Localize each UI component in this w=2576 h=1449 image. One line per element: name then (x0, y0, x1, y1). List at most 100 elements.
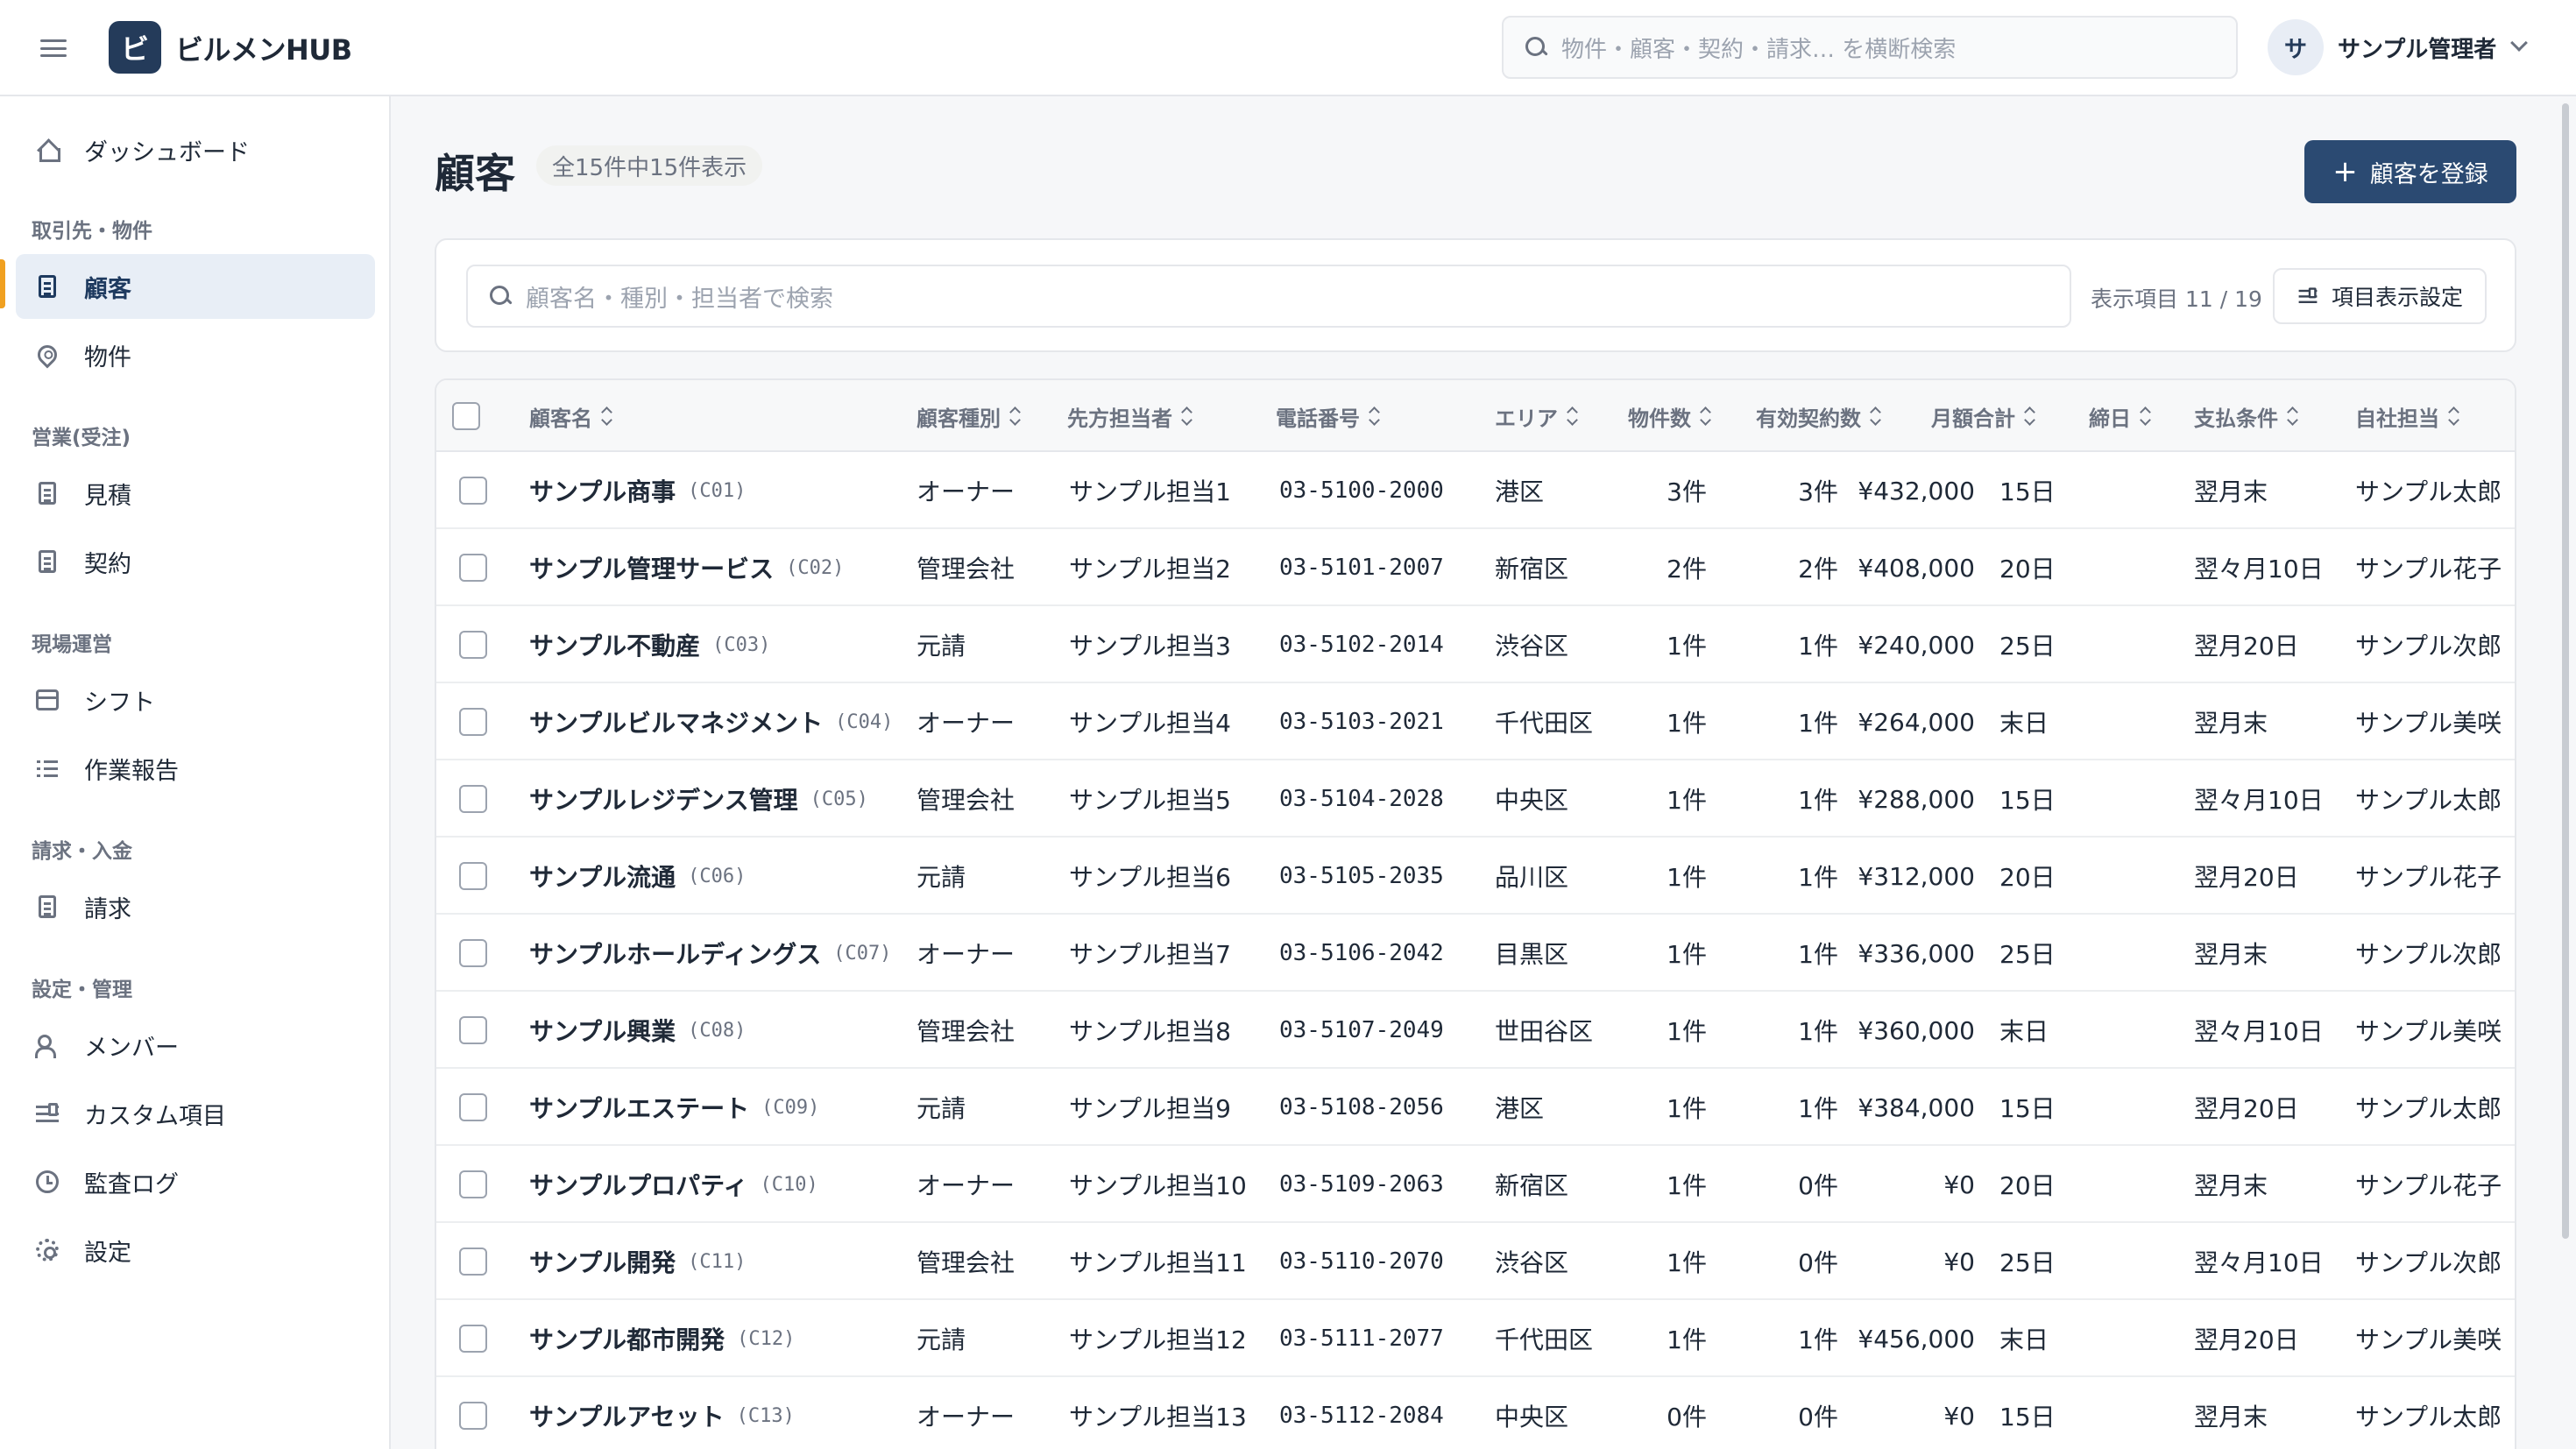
sidebar-item-members[interactable]: メンバー (16, 1013, 375, 1078)
sort-icon[interactable] (1009, 407, 1020, 425)
scrollbar[interactable] (2562, 103, 2569, 1239)
customer-name[interactable]: サンプル不動産 (529, 627, 700, 662)
column-header[interactable]: エリア (1495, 380, 1577, 452)
sidebar-item-properties[interactable]: 物件 (16, 322, 375, 387)
column-header[interactable]: 締日 (2089, 380, 2150, 452)
chevron-down-icon[interactable] (2510, 34, 2528, 52)
sort-icon[interactable] (2024, 407, 2035, 425)
customer-name[interactable]: サンプル興業 (529, 1013, 676, 1048)
row-checkbox[interactable] (459, 683, 487, 760)
table-row[interactable]: サンプルエステート (C09) 元請 サンプル担当9 03-5108-2056 港区 1件 1… (436, 1069, 2515, 1146)
table-row[interactable]: サンプルレジデンス管理 (C05) 管理会社 サンプル担当5 03-5104-2028 中… (436, 760, 2515, 838)
add-customer-button[interactable]: + 顧客を登録 (2304, 140, 2516, 203)
sidebar-item-billing[interactable]: 請求 (16, 874, 375, 939)
table-row[interactable]: サンプル開発 (C11) 管理会社 サンプル担当11 03-5110-2070 渋谷区 1件… (436, 1223, 2515, 1300)
sidebar-item-work-reports[interactable]: 作業報告 (16, 736, 375, 801)
sidebar-item-estimates[interactable]: 見積 (16, 461, 375, 526)
sort-icon[interactable] (1181, 407, 1192, 425)
customer-name-cell[interactable]: サンプルアセット (C13) (529, 1377, 795, 1449)
sort-icon[interactable] (2448, 407, 2459, 425)
column-header[interactable]: 有効契約数 (1756, 380, 1880, 452)
sidebar-item-contracts[interactable]: 契約 (16, 529, 375, 594)
avatar[interactable]: サ (2268, 19, 2324, 75)
row-checkbox[interactable] (459, 1223, 487, 1300)
sidebar-item-customers[interactable]: 顧客 (16, 254, 375, 319)
customer-name-cell[interactable]: サンプル興業 (C08) (529, 992, 746, 1069)
customer-name-cell[interactable]: サンプル管理サービス (C02) (529, 529, 844, 606)
table-row[interactable]: サンプル興業 (C08) 管理会社 サンプル担当8 03-5107-2049 世田谷区 1件… (436, 992, 2515, 1069)
sort-icon[interactable] (1567, 407, 1577, 425)
row-checkbox[interactable] (459, 529, 487, 606)
row-checkbox[interactable] (459, 838, 487, 915)
table-row[interactable]: サンプルプロパティ (C10) オーナー サンプル担当10 03-5109-2063 新宿… (436, 1146, 2515, 1223)
table-row[interactable]: サンプルビルマネジメント (C04) オーナー サンプル担当4 03-5103-2021… (436, 683, 2515, 760)
column-header[interactable]: 月額合計 (1931, 380, 2035, 452)
row-checkbox[interactable] (459, 606, 487, 683)
column-header[interactable]: 自社担当 (2355, 380, 2459, 452)
customer-name-cell[interactable]: サンプルレジデンス管理 (C05) (529, 760, 868, 838)
row-checkbox[interactable] (459, 915, 487, 992)
select-all-checkbox[interactable] (452, 380, 480, 452)
column-header[interactable]: 支払条件 (2194, 380, 2297, 452)
app-name[interactable]: ビルメンHUB (175, 28, 352, 68)
column-header[interactable]: 顧客種別 (916, 380, 1020, 452)
search-input[interactable]: 顧客名・種別・担当者で検索 (466, 265, 2071, 328)
row-checkbox[interactable] (459, 1377, 487, 1449)
sidebar-item-custom-fields[interactable]: カスタム項目 (16, 1081, 375, 1146)
customer-name-cell[interactable]: サンプルプロパティ (C10) (529, 1146, 818, 1223)
customer-name[interactable]: サンプル管理サービス (529, 550, 774, 585)
global-search-input[interactable]: 物件・顧客・契約・請求… を横断検索 (1502, 16, 2238, 79)
column-header[interactable]: 物件数 (1628, 380, 1710, 452)
row-checkbox[interactable] (459, 1069, 487, 1146)
table-row[interactable]: サンプル管理サービス (C02) 管理会社 サンプル担当2 03-5101-2007 新宿… (436, 529, 2515, 606)
sort-icon[interactable] (1369, 407, 1379, 425)
customer-name-cell[interactable]: サンプル流通 (C06) (529, 838, 746, 915)
table-row[interactable]: サンプル商事 (C01) オーナー サンプル担当1 03-5100-2000 港区 3件 3件… (436, 452, 2515, 529)
sort-icon[interactable] (1870, 407, 1880, 425)
customer-code: (C13) (736, 1404, 795, 1427)
customer-name-cell[interactable]: サンプルエステート (C09) (529, 1069, 819, 1146)
sidebar-item-dashboard[interactable]: ダッシュボード (16, 117, 375, 182)
row-checkbox[interactable] (459, 1300, 487, 1377)
table-row[interactable]: サンプルアセット (C13) オーナー サンプル担当13 03-5112-2084 中央区… (436, 1377, 2515, 1449)
customer-name[interactable]: サンプルホールディングス (529, 936, 821, 971)
table-row[interactable]: サンプル流通 (C06) 元請 サンプル担当6 03-5105-2035 品川区 1件 1件 ¥… (436, 838, 2515, 915)
column-settings-button[interactable]: 項目表示設定 (2273, 268, 2487, 324)
customer-name[interactable]: サンプル流通 (529, 859, 676, 894)
sort-icon[interactable] (1700, 407, 1710, 425)
table-row[interactable]: サンプル都市開発 (C12) 元請 サンプル担当12 03-5111-2077 千代田区 1… (436, 1300, 2515, 1377)
customer-name[interactable]: サンプルビルマネジメント (529, 704, 823, 739)
row-checkbox[interactable] (459, 992, 487, 1069)
customer-name[interactable]: サンプルレジデンス管理 (529, 781, 798, 816)
customer-name[interactable]: サンプル商事 (529, 473, 676, 508)
user-name[interactable]: サンプル管理者 (2338, 32, 2496, 64)
sidebar-item-audit-log[interactable]: 監査ログ (16, 1149, 375, 1214)
column-header[interactable]: 顧客名 (529, 380, 612, 452)
customer-name[interactable]: サンプルプロパティ (529, 1167, 747, 1202)
customer-name[interactable]: サンプルアセット (529, 1398, 725, 1433)
customer-name-cell[interactable]: サンプル不動産 (C03) (529, 606, 770, 683)
sort-icon[interactable] (601, 407, 612, 425)
table-row[interactable]: サンプル不動産 (C03) 元請 サンプル担当3 03-5102-2014 渋谷区 1件 1件… (436, 606, 2515, 683)
table-row[interactable]: サンプルホールディングス (C07) オーナー サンプル担当7 03-5106-2042… (436, 915, 2515, 992)
customer-name[interactable]: サンプル都市開発 (529, 1321, 725, 1356)
sidebar-item-settings[interactable]: 設定 (16, 1218, 375, 1283)
row-checkbox[interactable] (459, 452, 487, 529)
customer-name-cell[interactable]: サンプルビルマネジメント (C04) (529, 683, 893, 760)
customer-name-cell[interactable]: サンプルホールディングス (C07) (529, 915, 891, 992)
monthly-total-cell: ¥432,000 (1858, 476, 1975, 505)
column-header[interactable]: 電話番号 (1276, 380, 1379, 452)
customer-name-cell[interactable]: サンプル都市開発 (C12) (529, 1300, 795, 1377)
app-logo[interactable]: ビ (109, 21, 161, 74)
customer-name[interactable]: サンプルエステート (529, 1090, 749, 1125)
sort-icon[interactable] (2287, 407, 2297, 425)
row-checkbox[interactable] (459, 1146, 487, 1223)
customer-name[interactable]: サンプル開発 (529, 1244, 676, 1279)
row-checkbox[interactable] (459, 760, 487, 838)
sidebar-item-shifts[interactable]: シフト (16, 668, 375, 732)
customer-name-cell[interactable]: サンプル商事 (C01) (529, 452, 746, 529)
customer-name-cell[interactable]: サンプル開発 (C11) (529, 1223, 746, 1300)
column-header[interactable]: 先方担当者 (1067, 380, 1192, 452)
menu-icon[interactable] (40, 35, 67, 61)
sort-icon[interactable] (2140, 407, 2150, 425)
